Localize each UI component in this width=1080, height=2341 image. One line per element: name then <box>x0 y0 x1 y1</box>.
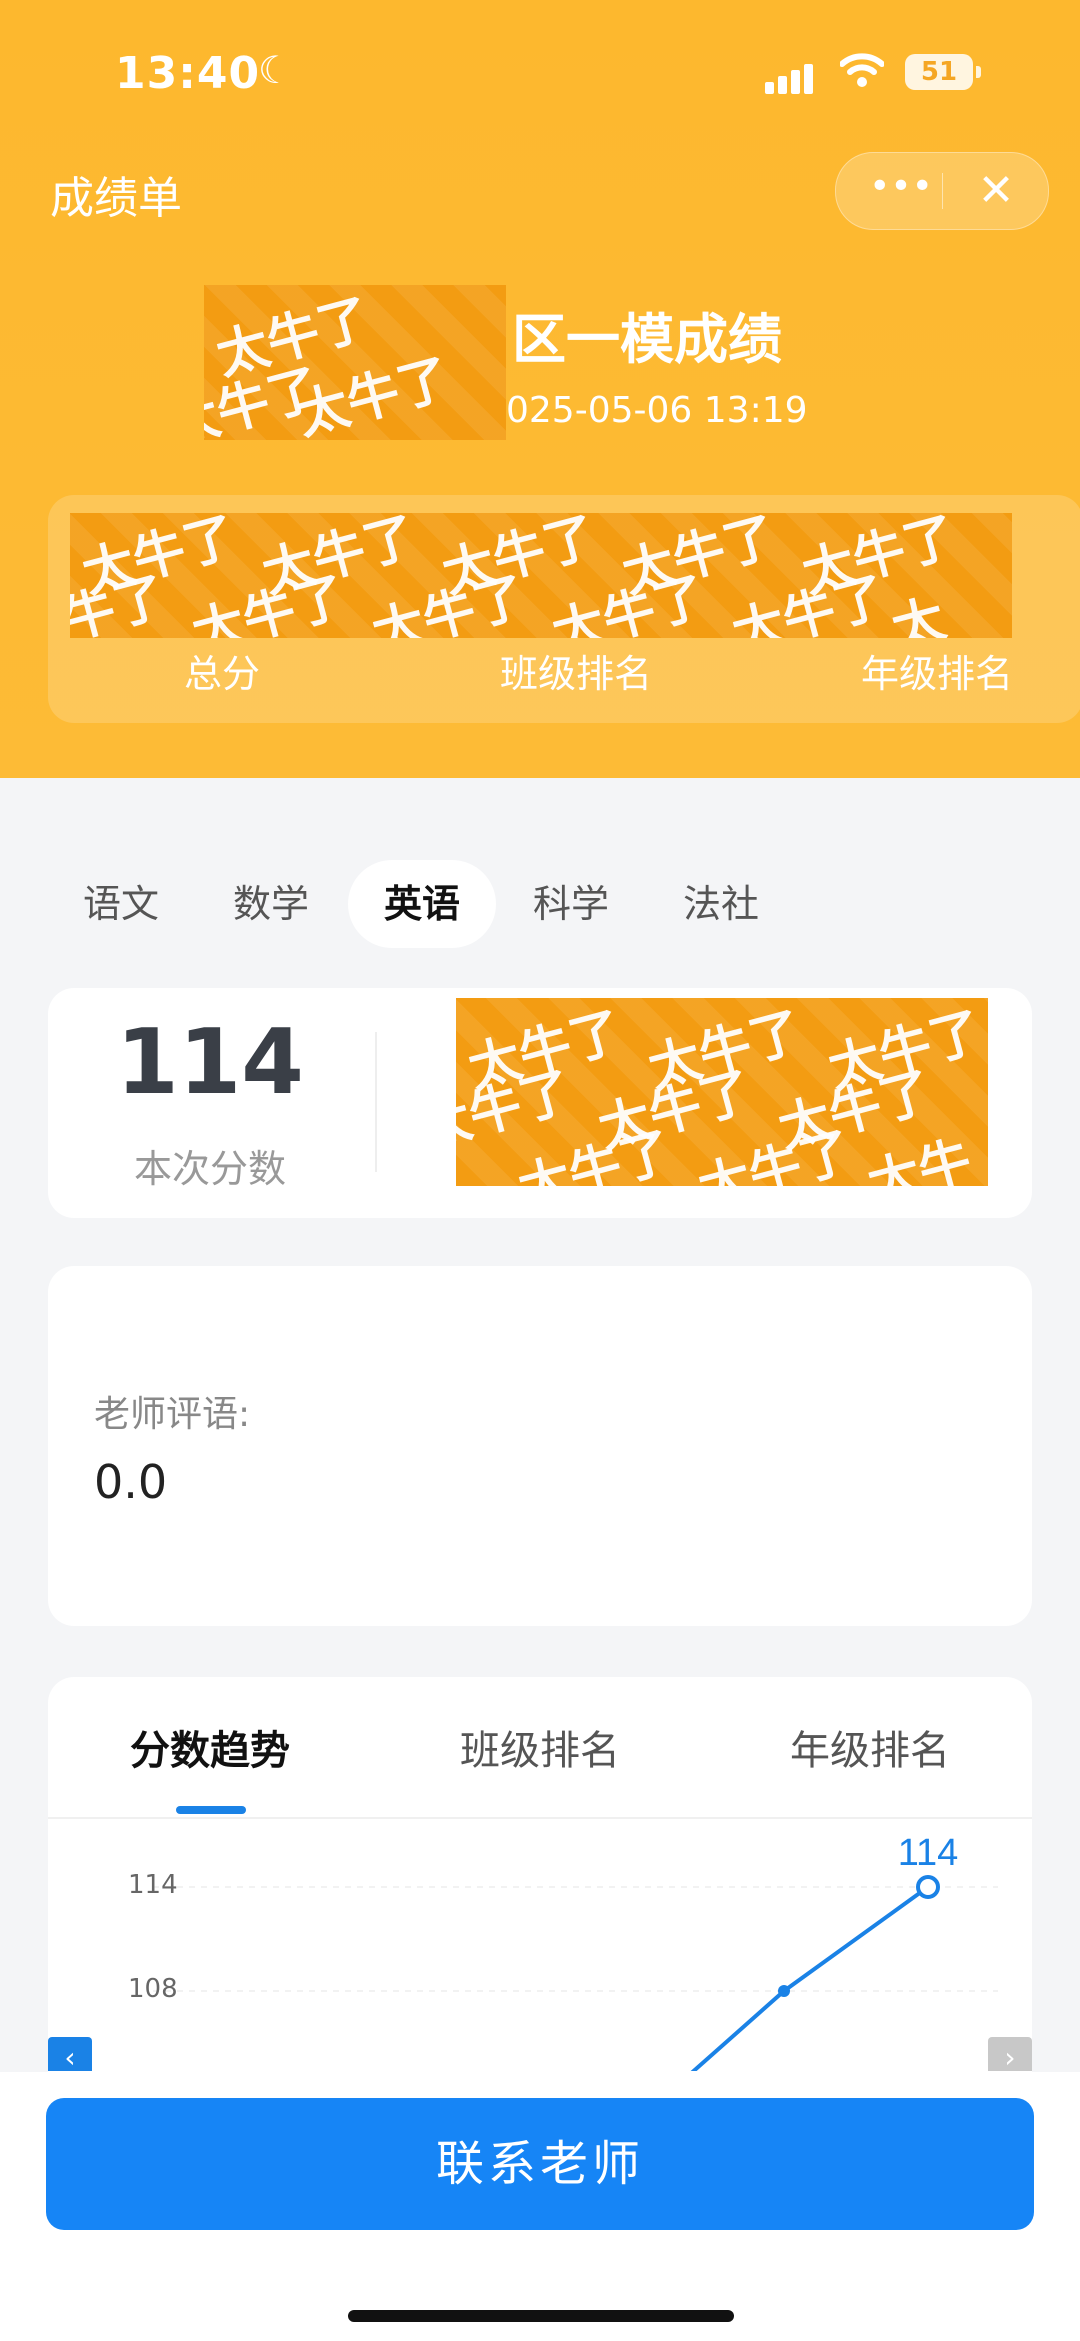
summary-card: 太牛了 太牛了 太牛了 太牛了 太牛了 太牛了 太牛了 太牛了 太牛了 太牛了 … <box>48 495 1080 723</box>
tab-score-trend[interactable]: 分数趋势 <box>60 1718 360 1776</box>
summary-label-class-rank: 班级排名 <box>500 652 653 696</box>
contact-teacher-button[interactable]: 联系老师 <box>46 2098 1034 2230</box>
tab-chinese[interactable]: 语文 <box>48 860 194 948</box>
status-bar: 13:40 ☾ 51 <box>0 48 1080 108</box>
header: 13:40 ☾ 51 成绩单 ••• ✕ 太牛了 太牛了 太牛了 区一模成绩 0… <box>0 0 1080 778</box>
battery-icon: 51 <box>905 54 981 90</box>
cellular-signal-icon <box>765 62 815 94</box>
summary-label-total: 总分 <box>184 652 261 696</box>
more-button[interactable]: ••• <box>866 161 936 221</box>
tab-class-rank[interactable]: 班级排名 <box>390 1718 690 1776</box>
series-line <box>690 1885 930 2071</box>
chevron-left-icon: ‹ <box>64 2041 75 2071</box>
data-point-highlight <box>916 1875 940 1899</box>
miniapp-capsule: ••• ✕ <box>835 152 1049 230</box>
chart-area: 114 ‹ › 114 108 <box>48 1819 1032 2071</box>
wifi-icon <box>840 53 884 87</box>
home-indicator <box>348 2310 734 2322</box>
comment-label: 老师评语: <box>94 1394 251 1435</box>
score-label: 本次分数 <box>133 1147 286 1191</box>
capsule-divider <box>942 173 943 209</box>
chevron-right-icon: › <box>1004 2041 1015 2071</box>
status-time: 13:40 <box>115 48 261 99</box>
tab-english[interactable]: 英语 <box>348 860 496 948</box>
exam-date: 025-05-06 13:19 <box>506 390 808 431</box>
tab-grade-rank[interactable]: 年级排名 <box>720 1718 1020 1776</box>
exam-title: 区一模成绩 <box>512 308 782 371</box>
active-tab-indicator <box>176 1806 246 1814</box>
data-point <box>778 1985 790 1997</box>
moon-icon: ☾ <box>258 48 293 92</box>
redacted-summary-values: 太牛了 太牛了 太牛了 太牛了 太牛了 太牛了 太牛了 太牛了 太牛了 太牛了 … <box>70 513 1012 638</box>
redacted-logo: 太牛了 太牛了 太牛了 <box>204 285 506 440</box>
close-button[interactable]: ✕ <box>964 161 1028 221</box>
y-tick-label: 108 <box>128 1974 178 2004</box>
tab-law-society[interactable]: 法社 <box>648 860 794 948</box>
summary-label-grade-rank: 年级排名 <box>861 652 1014 696</box>
score-value: 114 <box>116 1010 304 1115</box>
data-label: 114 <box>898 1832 959 1874</box>
comment-card <box>48 1266 1032 1626</box>
comment-value: 0.0 <box>94 1455 168 1509</box>
tab-science[interactable]: 科学 <box>498 860 644 948</box>
score-trend-chart: 114 ‹ › <box>48 1832 1032 2071</box>
score-divider <box>375 1032 377 1172</box>
y-tick-label: 114 <box>128 1870 178 1900</box>
page-title: 成绩单 <box>50 173 182 224</box>
tab-math[interactable]: 数学 <box>198 860 344 948</box>
redacted-score-details: 太牛了 太牛了 太牛了 太牛了 太牛了 太牛了 太牛了 太牛了 太牛了 <box>456 998 988 1186</box>
